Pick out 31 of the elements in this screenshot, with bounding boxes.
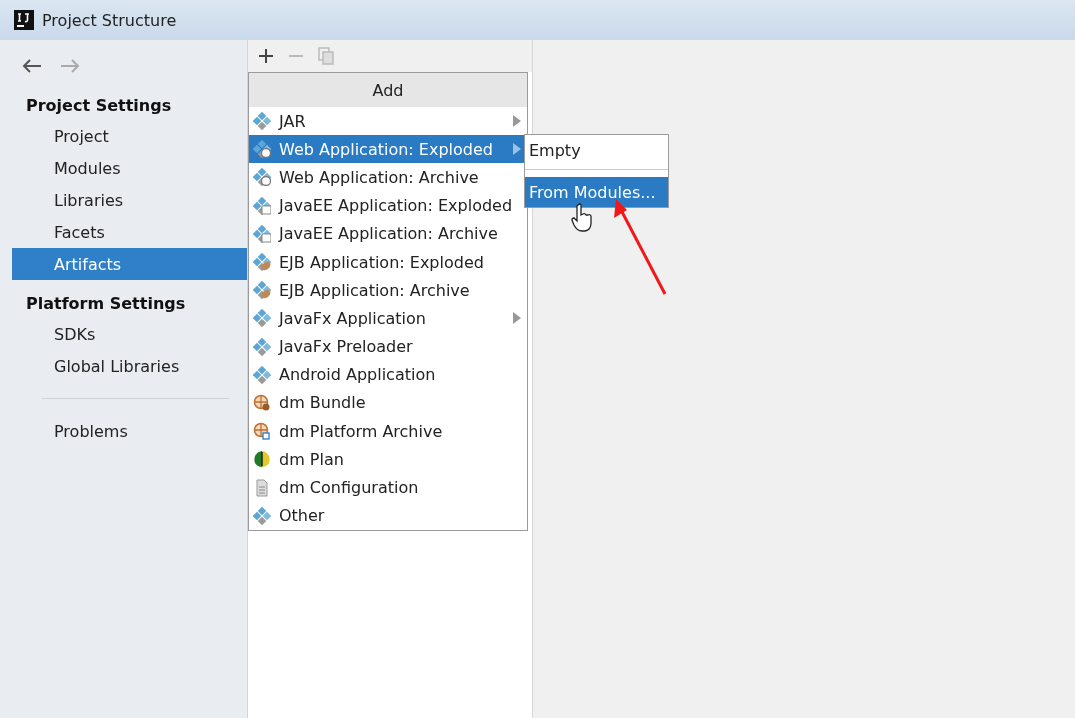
window-title: Project Structure [42,10,177,30]
artifact-icon [253,365,271,384]
artifact-icon [253,309,271,328]
sidebar-item[interactable]: Global Libraries [12,350,247,382]
sidebar-item[interactable]: Facets [12,216,247,248]
bundle-icon [253,393,271,412]
bean-artifact-icon [253,253,271,272]
add-icon[interactable] [258,48,274,64]
artifact-icon [253,337,271,356]
section-title: Project Settings [25,94,173,117]
sidebar-item[interactable]: Modules [12,152,247,184]
document-icon [253,478,271,497]
artifact-icon [253,506,271,525]
platform-archive-icon [253,422,271,441]
menu-item[interactable]: Web Application: Exploded [249,135,527,164]
sidebar-item[interactable]: Project [12,120,247,152]
bean-artifact-icon [253,281,271,300]
copy-icon[interactable] [318,47,334,65]
forward-arrow-icon[interactable] [60,59,80,73]
sidebar-item[interactable]: Libraries [12,184,247,216]
table-artifact-icon [253,224,271,243]
app-logo-icon [14,10,34,30]
sidebar-item[interactable]: Artifacts [12,248,247,280]
table-artifact-icon [253,196,271,215]
menu-item[interactable]: From Modules... [525,177,668,207]
sidebar-item[interactable]: Problems [12,415,247,447]
menu-header: Add [249,73,527,107]
back-arrow-icon[interactable] [22,59,42,73]
artifact-icon [253,112,271,131]
sidebar-item[interactable]: SDKs [12,318,247,350]
section-title: Platform Settings [25,292,187,315]
